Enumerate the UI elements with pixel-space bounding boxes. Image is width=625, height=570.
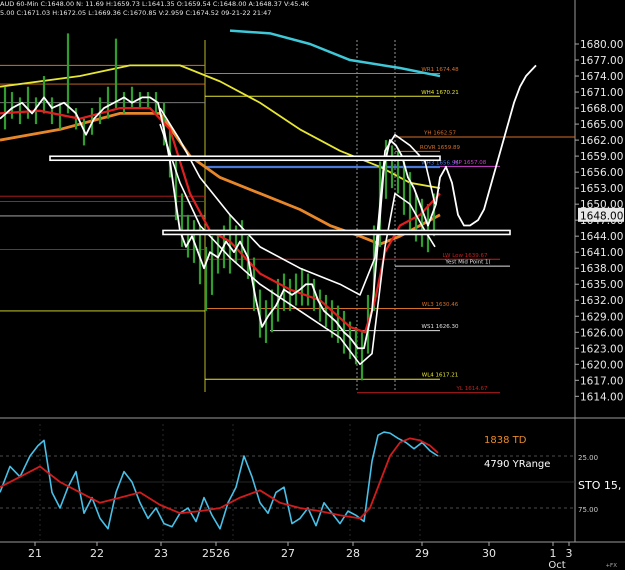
chart-window: WR1 1674.48 WH4 1670.21 YH 1662.57 ROVR 165…: [0, 0, 625, 570]
level-label: YL 1614.67: [456, 386, 488, 392]
y-tick-label: 1635.00: [580, 279, 623, 291]
y-tick-label: 1632.00: [580, 295, 623, 307]
fx-label: +FX: [605, 563, 617, 569]
price-chart: WR1 1674.48 WH4 1670.21 YH 1662.57 ROVR 165…: [0, 0, 625, 570]
x-tick-label: 30: [482, 547, 496, 560]
y-tick-label: 1638.00: [580, 263, 623, 275]
ma-cyan-line: [229, 29, 441, 78]
td-annotation: 1838 TD: [484, 435, 527, 446]
level-label: Yest Mid Point 1(: [444, 260, 490, 266]
y-tick-label: 1662.00: [580, 135, 623, 147]
current-price-label: 1648.00: [580, 210, 623, 222]
y-tick-label: 1641.00: [580, 247, 623, 259]
chart-header-line-1: AUD 60-Min C:1648.00 N: 11.69 H:1659.73 …: [0, 0, 309, 8]
support-box: [162, 229, 511, 236]
x-tick-label: 2526: [202, 547, 230, 560]
x-tick-label: 21: [28, 547, 42, 560]
y-tick-label: 1623.00: [580, 343, 623, 355]
oscillator-tick-label: 25.00: [578, 454, 598, 462]
stochastic-red-line: [0, 437, 439, 520]
level-label: ROVR 1659.89: [420, 145, 461, 151]
y-tick-label: 1665.00: [580, 119, 623, 131]
stochastic-axis-label: STO 15,: [578, 479, 621, 492]
yrange-annotation: 4790 YRange: [484, 459, 550, 470]
x-tick-label: 29: [415, 547, 429, 560]
level-label: MP 1657.08: [454, 160, 487, 166]
y-tick-label: 1620.00: [580, 359, 623, 371]
y-tick-label: 1626.00: [580, 327, 623, 339]
level-label: WH4 1670.21: [421, 90, 459, 96]
y-tick-label: 1659.00: [580, 151, 623, 163]
x-tick-label: 22: [90, 547, 104, 560]
y-tick-label: 1617.00: [580, 375, 623, 387]
level-label: WL3 1630.46: [422, 302, 459, 308]
x-tick-label: 23: [154, 547, 168, 560]
chart-header-line-2: 5.00 C:1671.03 H:1672.05 L:1669.36 C:167…: [0, 9, 272, 17]
y-tick-label: 1677.00: [580, 55, 623, 67]
oscillator-tick-label: 75.00: [578, 506, 598, 514]
y-tick-label: 1680.00: [580, 39, 623, 51]
resistance-box: [49, 155, 441, 162]
level-label: WL4 1617.21: [422, 373, 459, 379]
y-tick-label: 1614.00: [580, 391, 623, 403]
y-tick-label: 1674.00: [580, 71, 623, 83]
x-tick-label: 28: [346, 547, 360, 560]
y-tick-label: 1656.00: [580, 167, 623, 179]
ma-orange-line: [0, 112, 441, 246]
y-tick-label: 1644.00: [580, 231, 623, 243]
y-tick-label: 1668.00: [580, 103, 623, 115]
x-tick-label: 1: [550, 547, 557, 560]
y-tick-label: 1629.00: [580, 311, 623, 323]
level-label: YH 1662.57: [423, 131, 456, 137]
y-tick-label: 1671.00: [580, 87, 623, 99]
y-tick-label: 1653.00: [580, 183, 623, 195]
stochastic-cyan-line: [0, 431, 439, 530]
x-tick-label: 27: [281, 547, 295, 560]
x-axis-month-label: Oct: [548, 560, 565, 570]
level-label: WR1 1674.48: [421, 67, 459, 73]
level-label: WS1 1626.30: [422, 324, 459, 330]
x-tick-label: 3: [566, 547, 573, 560]
level-label: LW Low 1639.67: [442, 253, 488, 259]
